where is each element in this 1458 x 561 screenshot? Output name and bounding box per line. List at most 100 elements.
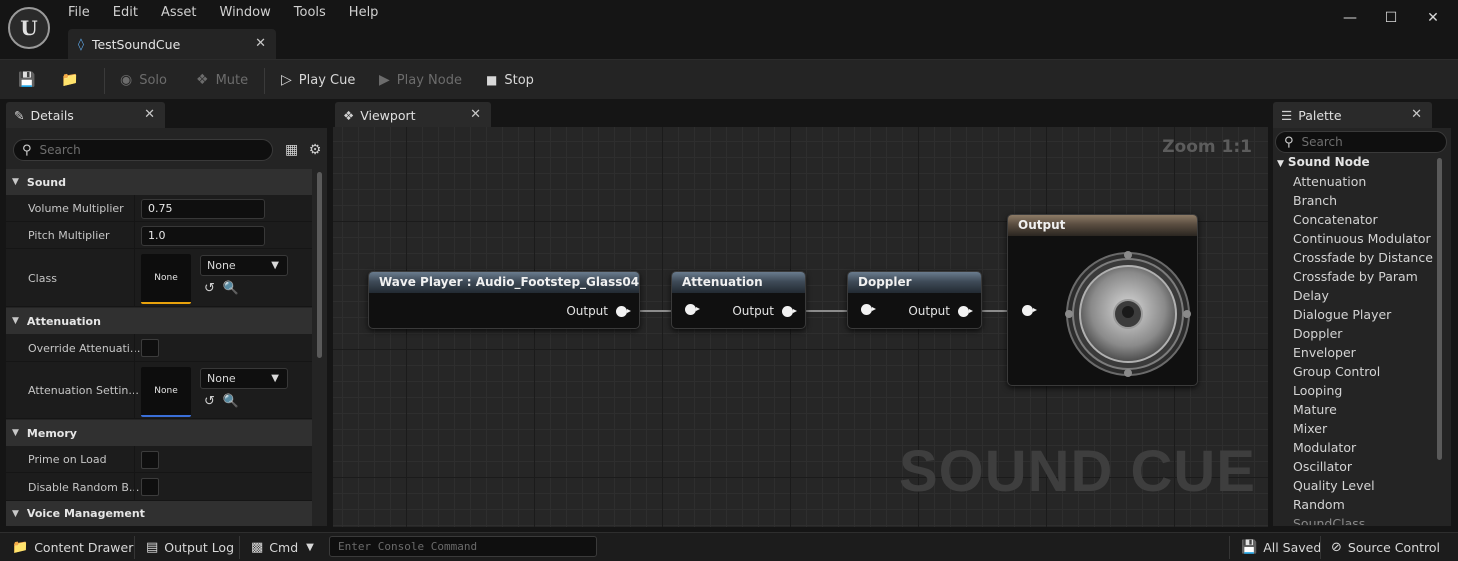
palette-item[interactable]: Crossfade by Param bbox=[1293, 269, 1418, 284]
palette-item[interactable]: Quality Level bbox=[1293, 478, 1375, 493]
palette-item[interactable]: Mature bbox=[1293, 402, 1337, 417]
cmd-dropdown[interactable]: ▩ Cmd ▼ bbox=[251, 533, 314, 561]
close-window-icon[interactable]: ✕ bbox=[1423, 8, 1443, 28]
menu-asset[interactable]: Asset bbox=[161, 4, 197, 21]
maximize-icon[interactable]: ☐ bbox=[1381, 8, 1401, 28]
viewport-tab-label: Viewport bbox=[360, 107, 416, 123]
console-command-input[interactable]: Enter Console Command bbox=[329, 536, 597, 557]
palette-item[interactable]: Attenuation bbox=[1293, 174, 1366, 189]
menu-file[interactable]: File bbox=[68, 4, 90, 21]
close-viewport-icon[interactable]: ✕ bbox=[470, 107, 481, 122]
category-voice-management[interactable]: ▼ Voice Management bbox=[6, 501, 312, 526]
output-node[interactable]: Output bbox=[1007, 214, 1198, 386]
details-tab[interactable]: ✎ Details ✕ bbox=[6, 102, 165, 128]
palette-item[interactable]: SoundClass bbox=[1293, 516, 1365, 525]
pin-icon[interactable] bbox=[861, 304, 876, 315]
minimize-icon[interactable]: — bbox=[1340, 8, 1360, 28]
unreal-logo-icon[interactable]: U bbox=[8, 7, 50, 49]
category-sound[interactable]: ▼ Sound bbox=[6, 169, 312, 195]
stop-button[interactable]: ■ Stop bbox=[486, 60, 534, 100]
palette-category-sound-node[interactable]: ▼ Sound Node bbox=[1277, 155, 1370, 169]
class-asset-dropdown[interactable]: None ▼ bbox=[200, 255, 288, 276]
browse-asset-icon[interactable]: 🔍 bbox=[223, 394, 247, 409]
palette-item[interactable]: Doppler bbox=[1293, 326, 1342, 341]
close-palette-icon[interactable]: ✕ bbox=[1411, 107, 1422, 122]
play-cue-label: Play Cue bbox=[298, 72, 356, 88]
solo-button[interactable]: ◉ Solo bbox=[120, 60, 167, 100]
pin-icon[interactable] bbox=[782, 305, 797, 317]
play-cue-button[interactable]: ▷ Play Cue bbox=[281, 60, 355, 100]
attenuation-node[interactable]: Attenuation Output bbox=[671, 271, 806, 329]
output-log-button[interactable]: ▤ Output Log bbox=[146, 533, 234, 561]
pin-icon[interactable] bbox=[958, 305, 973, 317]
override-attenuation-checkbox[interactable] bbox=[141, 339, 159, 357]
category-memory[interactable]: ▼ Memory bbox=[6, 420, 312, 446]
content-drawer-button[interactable]: 📁 Content Drawer bbox=[12, 533, 133, 561]
wave-player-output-pin[interactable]: Output bbox=[566, 304, 631, 318]
category-attenuation[interactable]: ▼ Attenuation bbox=[6, 308, 312, 334]
stop-label: Stop bbox=[504, 72, 534, 88]
palette-item[interactable]: Crossfade by Distance bbox=[1293, 250, 1433, 265]
settings-icon[interactable]: ⚙ bbox=[309, 142, 322, 158]
class-asset-thumbnail[interactable]: None bbox=[141, 254, 191, 304]
doppler-input-pin[interactable] bbox=[861, 304, 876, 315]
doppler-output-pin[interactable]: Output bbox=[908, 304, 973, 318]
palette-item[interactable]: Enveloper bbox=[1293, 345, 1356, 360]
pitch-multiplier-input[interactable]: 1.0 bbox=[141, 226, 265, 246]
disable-random-checkbox[interactable] bbox=[141, 478, 159, 496]
play-node-button[interactable]: ▶ Play Node bbox=[379, 60, 462, 100]
play-icon: ▷ bbox=[281, 72, 292, 88]
use-selected-icon[interactable]: ↺ bbox=[204, 281, 223, 296]
close-tab-icon[interactable]: ✕ bbox=[255, 36, 266, 51]
graph-viewport[interactable]: Zoom 1:1 SOUND CUE Wave Player : Audio_F… bbox=[333, 127, 1268, 527]
output-input-pin[interactable] bbox=[1022, 305, 1037, 316]
palette-item[interactable]: Oscillator bbox=[1293, 459, 1352, 474]
save-button[interactable]: 💾 bbox=[18, 60, 42, 100]
doppler-node[interactable]: Doppler Output bbox=[847, 271, 982, 329]
palette-item[interactable]: Continuous Modulator bbox=[1293, 231, 1431, 246]
attenuation-asset-thumbnail[interactable]: None bbox=[141, 367, 191, 417]
wave-player-node[interactable]: Wave Player : Audio_Footstep_Glass04 Out… bbox=[368, 271, 640, 329]
browse-button[interactable]: 📁 bbox=[61, 60, 85, 100]
palette-item[interactable]: Group Control bbox=[1293, 364, 1380, 379]
menu-edit[interactable]: Edit bbox=[113, 4, 138, 21]
source-control-button[interactable]: ⊘ Source Control bbox=[1331, 533, 1440, 561]
pin-icon[interactable] bbox=[1022, 305, 1037, 316]
save-icon: 💾 bbox=[18, 72, 36, 88]
palette-item[interactable]: Random bbox=[1293, 497, 1345, 512]
menu-window[interactable]: Window bbox=[220, 4, 271, 21]
category-memory-label: Memory bbox=[26, 426, 77, 440]
palette-tab[interactable]: ☰ Palette ✕ bbox=[1273, 102, 1432, 128]
pin-icon[interactable] bbox=[685, 304, 700, 315]
palette-tab-label: Palette bbox=[1298, 107, 1342, 123]
palette-item[interactable]: Looping bbox=[1293, 383, 1342, 398]
attenuation-output-pin[interactable]: Output bbox=[732, 304, 797, 318]
pin-icon[interactable] bbox=[616, 305, 631, 317]
details-scrollbar[interactable] bbox=[317, 172, 322, 358]
attenuation-input-pin[interactable] bbox=[685, 304, 700, 315]
table-view-icon[interactable]: ▦ bbox=[285, 142, 298, 158]
menu-help[interactable]: Help bbox=[349, 4, 379, 21]
palette-item[interactable]: Delay bbox=[1293, 288, 1329, 303]
palette-item[interactable]: Modulator bbox=[1293, 440, 1356, 455]
use-selected-icon[interactable]: ↺ bbox=[204, 394, 223, 409]
attenuation-asset-dropdown[interactable]: None ▼ bbox=[200, 368, 288, 389]
source-control-label: Source Control bbox=[1347, 540, 1440, 555]
palette-item[interactable]: Concatenator bbox=[1293, 212, 1378, 227]
play-node-icon: ▶ bbox=[379, 72, 390, 88]
document-tab[interactable]: ◊ TestSoundCue ✕ bbox=[68, 29, 276, 59]
palette-item[interactable]: Branch bbox=[1293, 193, 1337, 208]
all-saved-button[interactable]: 💾 All Saved bbox=[1241, 533, 1321, 561]
palette-item[interactable]: Mixer bbox=[1293, 421, 1327, 436]
palette-scrollbar[interactable] bbox=[1437, 158, 1442, 460]
palette-search-input[interactable]: ⚲ Search bbox=[1275, 131, 1447, 153]
close-details-icon[interactable]: ✕ bbox=[144, 107, 155, 122]
details-search-input[interactable]: ⚲ Search bbox=[13, 139, 273, 161]
viewport-tab[interactable]: ❖ Viewport ✕ bbox=[335, 102, 491, 128]
menu-tools[interactable]: Tools bbox=[294, 4, 326, 21]
prime-on-load-checkbox[interactable] bbox=[141, 451, 159, 469]
mute-button[interactable]: ❖ Mute bbox=[196, 60, 248, 100]
volume-multiplier-input[interactable]: 0.75 bbox=[141, 199, 265, 219]
palette-item[interactable]: Dialogue Player bbox=[1293, 307, 1391, 322]
browse-asset-icon[interactable]: 🔍 bbox=[223, 281, 247, 296]
